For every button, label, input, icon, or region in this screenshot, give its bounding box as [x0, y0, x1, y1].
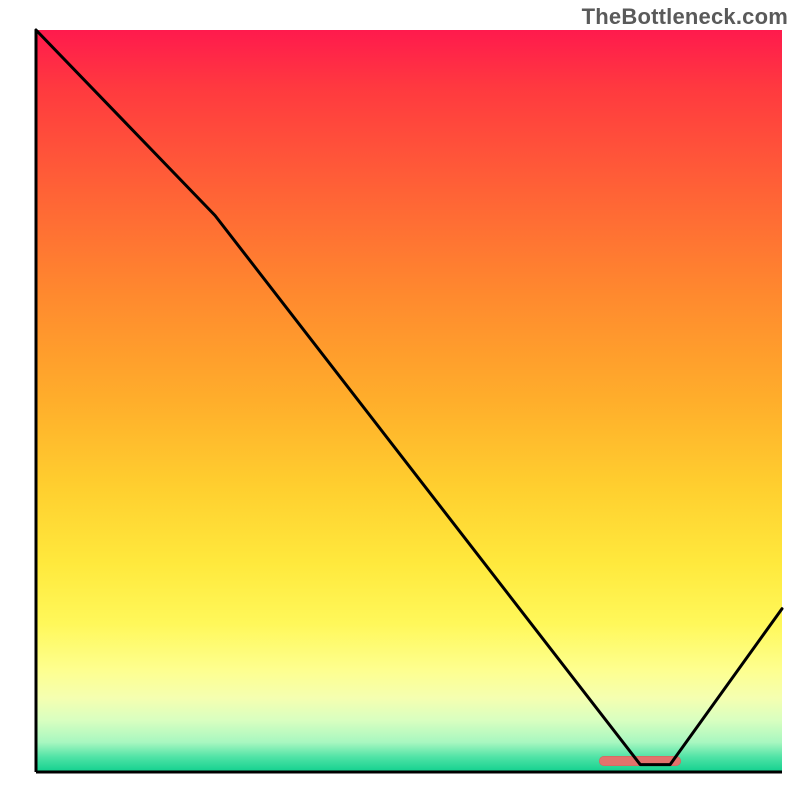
bottleneck-curve — [36, 30, 782, 765]
curve-layer — [0, 0, 800, 800]
chart-stage: TheBottleneck.com — [0, 0, 800, 800]
